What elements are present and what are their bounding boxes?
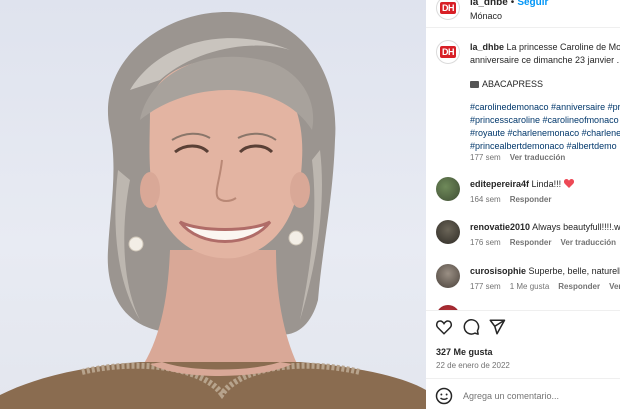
- dh-logo: DH: [440, 2, 456, 14]
- comment-3: curosisophie Superbe, belle, naturelle: [470, 265, 620, 278]
- comment-time[interactable]: 164 sem: [470, 195, 501, 204]
- likes-count[interactable]: 327 Me gusta: [436, 347, 493, 357]
- comment-1: editepereira4f Linda!!!: [470, 178, 574, 191]
- comment-avatar[interactable]: [436, 177, 460, 201]
- translate-link[interactable]: Ver traducción: [560, 238, 616, 247]
- comment-avatar[interactable]: [436, 264, 460, 288]
- caption-translate-link[interactable]: Ver traducción: [510, 153, 566, 162]
- hashtag-line-4[interactable]: #princealbertdemonaco #albertdemo: [470, 140, 617, 153]
- hashtag-line-2[interactable]: #princesscaroline #carolineofmonaco: [470, 114, 619, 127]
- comment-time[interactable]: 176 sem: [470, 238, 501, 247]
- comment-likes[interactable]: 1 Me gusta: [510, 282, 550, 291]
- post-photo[interactable]: [0, 0, 426, 409]
- comment-2: renovatie2010 Always beautyfull!!!!.wo: [470, 221, 620, 234]
- caption-text-1: La princesse Caroline de Mor: [506, 42, 620, 52]
- comment-1-meta: 164 sem Responder: [470, 195, 560, 204]
- follow-button[interactable]: Seguir: [517, 0, 548, 8]
- comment-3-meta: 177 sem 1 Me gusta Responder Ver: [470, 282, 620, 291]
- comment-box-divider: [426, 378, 620, 379]
- caption-credit: ABACAPRESS: [470, 78, 543, 91]
- instagram-post-view: DH la_dhbe • Seguir Mónaco DH la_dhbe La p…: [0, 0, 620, 409]
- comment-text: Linda!!!: [531, 179, 562, 189]
- caption-avatar[interactable]: DH: [436, 40, 460, 64]
- post-date[interactable]: 22 de enero de 2022: [436, 361, 510, 370]
- dh-logo: DH: [440, 46, 456, 58]
- header-divider: [426, 27, 620, 28]
- separator-dot: •: [510, 0, 515, 8]
- comment-2-meta: 176 sem Responder Ver traducción: [470, 238, 620, 247]
- camera-icon: [470, 81, 479, 88]
- comment-icon[interactable]: [462, 318, 480, 336]
- comment-avatar[interactable]: [436, 220, 460, 244]
- translate-link[interactable]: Ver: [609, 282, 620, 291]
- heart-emoji-icon: [563, 179, 574, 188]
- comment-time[interactable]: 177 sem: [470, 282, 501, 291]
- reply-button[interactable]: Responder: [510, 195, 552, 204]
- comment-text: Always beautyfull!!!!.wo: [532, 222, 620, 232]
- caption-line-1: la_dhbe La princesse Caroline de Mor: [470, 41, 620, 54]
- post-sidebar: DH la_dhbe • Seguir Mónaco DH la_dhbe La p…: [426, 0, 620, 409]
- caption-meta: 177 sem Ver traducción: [470, 153, 574, 162]
- comment-username[interactable]: editepereira4f: [470, 179, 529, 189]
- author-avatar[interactable]: DH: [436, 0, 460, 20]
- credit-text: ABACAPRESS: [482, 79, 544, 89]
- caption-line-2: anniversaire ce dimanche 23 janvier .: [470, 55, 620, 65]
- comment-username[interactable]: curosisophie: [470, 266, 526, 276]
- emoji-icon[interactable]: [435, 387, 453, 405]
- reply-button[interactable]: Responder: [510, 238, 552, 247]
- comment-input[interactable]: [463, 391, 613, 401]
- caption-username[interactable]: la_dhbe: [470, 42, 504, 52]
- share-icon[interactable]: [488, 318, 506, 336]
- author-username[interactable]: la_dhbe: [470, 0, 508, 8]
- like-heart-icon[interactable]: [435, 318, 453, 336]
- caption-time[interactable]: 177 sem: [470, 153, 501, 162]
- post-header: la_dhbe • Seguir: [470, 0, 548, 8]
- reply-button[interactable]: Responder: [558, 282, 600, 291]
- hashtag-line-1[interactable]: #carolinedemonaco #anniversaire #prin: [470, 101, 620, 114]
- post-location[interactable]: Mónaco: [470, 11, 502, 21]
- hashtag-line-3[interactable]: #royaute #charlenemonaco #charlene: [470, 127, 620, 140]
- comment-username[interactable]: renovatie2010: [470, 222, 530, 232]
- portrait-image: [0, 11, 426, 409]
- comment-text: Superbe, belle, naturelle: [528, 266, 620, 276]
